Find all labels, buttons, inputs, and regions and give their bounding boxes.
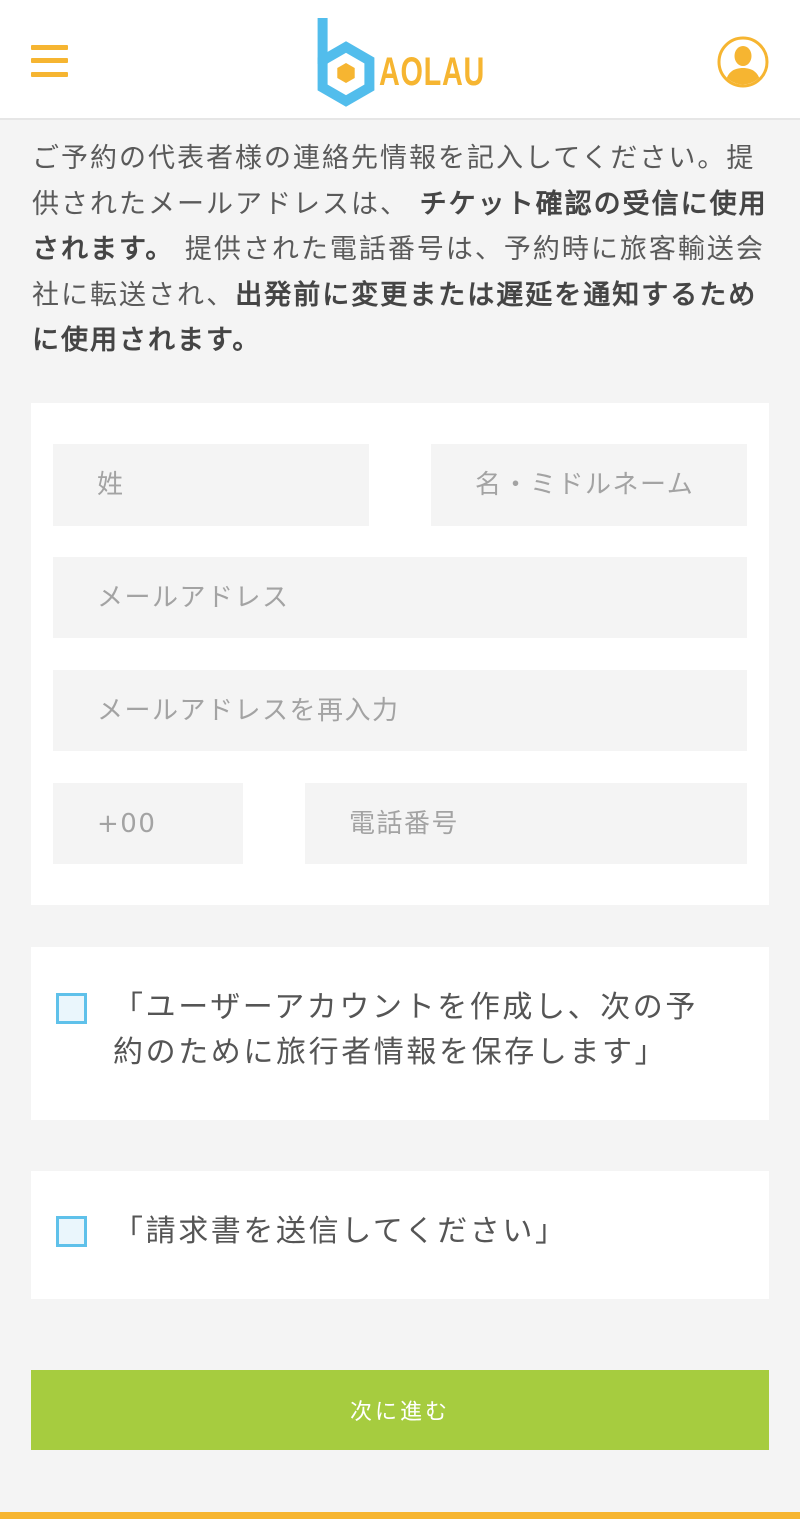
menu-bar xyxy=(31,45,68,50)
create-account-option: 「ユーザーアカウントを作成し、次の予約のために旅行者情報を保存します」 xyxy=(31,947,769,1120)
next-button[interactable]: 次に進む xyxy=(31,1370,769,1450)
email-input[interactable] xyxy=(53,557,747,638)
send-invoice-option: 「請求書を送信してください」 xyxy=(31,1171,769,1299)
email-confirm-input[interactable] xyxy=(53,670,747,751)
create-account-checkbox[interactable] xyxy=(56,993,87,1024)
logo-text[interactable]: AOLAU xyxy=(379,50,485,94)
booking-contact-page: AOLAU ご予約の代表者様の連絡先情報を記入してください。提供されたメールアド… xyxy=(0,0,800,1519)
menu-bar xyxy=(31,72,68,77)
phone-country-code-input[interactable] xyxy=(53,783,243,864)
phone-number-input[interactable] xyxy=(305,783,747,864)
user-avatar-icon[interactable] xyxy=(716,35,770,89)
logo-inner-hexagon xyxy=(337,63,355,83)
last-name-input[interactable] xyxy=(53,444,369,526)
send-invoice-checkbox[interactable] xyxy=(56,1216,87,1247)
hamburger-menu-icon[interactable] xyxy=(31,44,68,78)
footer-accent-bar xyxy=(0,1512,800,1519)
contact-info-notice: ご予約の代表者様の連絡先情報を記入してください。提供されたメールアドレスは、 チ… xyxy=(32,136,772,364)
contact-form xyxy=(31,403,769,905)
b-hexagon-logo-icon[interactable] xyxy=(310,10,380,110)
create-account-label[interactable]: 「ユーザーアカウントを作成し、次の予約のために旅行者情報を保存します」 xyxy=(113,985,725,1075)
top-header: AOLAU xyxy=(0,0,800,120)
menu-bar xyxy=(31,58,68,63)
send-invoice-label[interactable]: 「請求書を送信してください」 xyxy=(113,1209,725,1254)
first-name-input[interactable] xyxy=(431,444,747,526)
